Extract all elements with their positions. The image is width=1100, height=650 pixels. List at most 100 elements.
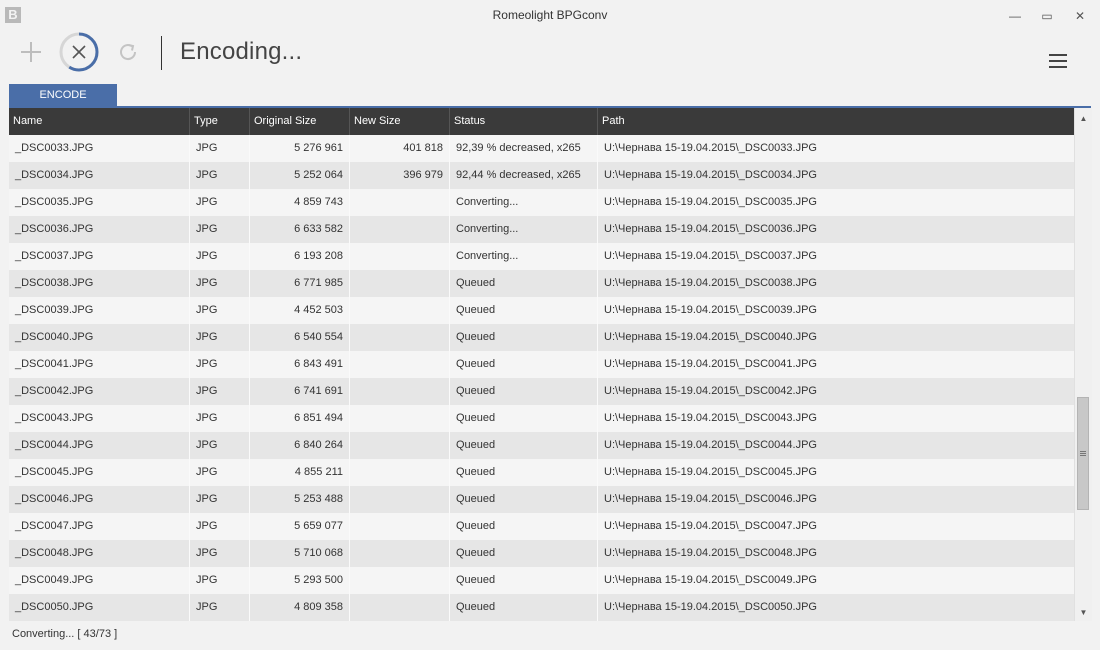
plus-icon (21, 42, 41, 62)
hamburger-menu-icon[interactable] (1047, 54, 1069, 70)
column-header-type[interactable]: Type (190, 108, 250, 135)
cell-name: _DSC0044.JPG (9, 432, 190, 459)
cell-new-size (350, 297, 450, 324)
cell-path: U:\Чернава 15-19.04.2015\_DSC0049.JPG (604, 574, 817, 586)
cell-path: U:\Чернава 15-19.04.2015\_DSC0048.JPG (604, 547, 817, 559)
table-row[interactable]: _DSC0040.JPG JPG 6 540 554 Queued U:\Чернава… (9, 324, 1074, 351)
toolbar: Encoding... (0, 32, 1100, 80)
add-files-button[interactable] (15, 34, 47, 70)
cell-original-size: 5 276 961 (250, 135, 350, 162)
cell-name: _DSC0040.JPG (9, 324, 190, 351)
refresh-button[interactable] (112, 34, 144, 70)
cell-status: 92,39 % decreased, x265 (450, 135, 598, 162)
cell-path: U:\Чернава 15-19.04.2015\_DSC0037.JPG (604, 250, 817, 262)
cell-original-size: 6 741 691 (250, 378, 350, 405)
table-row[interactable]: _DSC0037.JPG JPG 6 193 208 Converting... U:\… (9, 243, 1074, 270)
cell-original-size: 5 293 500 (250, 567, 350, 594)
cell-name: _DSC0034.JPG (9, 162, 190, 189)
vertical-scrollbar[interactable]: ▲ ▼ (1074, 108, 1092, 621)
column-header-new-size[interactable]: New Size (350, 108, 450, 135)
cell-status: Queued (450, 540, 598, 567)
window-title: Romeolight BPGconv (492, 8, 608, 22)
cell-type: JPG (190, 513, 250, 540)
cell-path: U:\Чернава 15-19.04.2015\_DSC0046.JPG (604, 493, 817, 505)
table-row[interactable]: _DSC0035.JPG JPG 4 859 743 Converting... U:\… (9, 189, 1074, 216)
cell-path: U:\Чернава 15-19.04.2015\_DSC0041.JPG (604, 358, 817, 370)
cell-status: Queued (450, 513, 598, 540)
minimize-button[interactable]: — (1003, 6, 1027, 26)
tab-encode[interactable]: ENCODE (9, 84, 117, 106)
cancel-progress-icon (59, 32, 99, 72)
table-row[interactable]: _DSC0038.JPG JPG 6 771 985 Queued U:\Чернава… (9, 270, 1074, 297)
cell-original-size: 4 859 743 (250, 189, 350, 216)
maximize-button[interactable]: ▭ (1035, 6, 1059, 26)
cell-new-size (350, 270, 450, 297)
refresh-icon (120, 44, 137, 61)
cell-new-size (350, 486, 450, 513)
cell-type: JPG (190, 432, 250, 459)
cell-new-size (350, 405, 450, 432)
cell-new-size (350, 432, 450, 459)
cell-original-size: 5 710 068 (250, 540, 350, 567)
cell-new-size (350, 594, 450, 621)
cell-type: JPG (190, 324, 250, 351)
cell-name: _DSC0037.JPG (9, 243, 190, 270)
cell-original-size: 4 452 503 (250, 297, 350, 324)
cell-status: Queued (450, 567, 598, 594)
column-header-path[interactable]: Path (598, 108, 1074, 135)
close-button[interactable]: ✕ (1068, 6, 1092, 26)
table-row[interactable]: _DSC0050.JPG JPG 4 809 358 Queued U:\Чернава… (9, 594, 1074, 621)
cell-name: _DSC0033.JPG (9, 135, 190, 162)
cell-name: _DSC0048.JPG (9, 540, 190, 567)
cell-type: JPG (190, 135, 250, 162)
cell-new-size (350, 216, 450, 243)
cell-type: JPG (190, 243, 250, 270)
cell-original-size: 4 855 211 (250, 459, 350, 486)
table-row[interactable]: _DSC0048.JPG JPG 5 710 068 Queued U:\Чернава… (9, 540, 1074, 567)
cell-status: Queued (450, 378, 598, 405)
scrollbar-thumb[interactable] (1077, 397, 1089, 510)
cell-original-size: 6 540 554 (250, 324, 350, 351)
grid-body: _DSC0033.JPG JPG 5 276 961 401 818 92,39 % d… (9, 135, 1074, 621)
table-row[interactable]: _DSC0043.JPG JPG 6 851 494 Queued U:\Чернава… (9, 405, 1074, 432)
table-row[interactable]: _DSC0042.JPG JPG 6 741 691 Queued U:\Чернава… (9, 378, 1074, 405)
cell-type: JPG (190, 270, 250, 297)
column-header-original-size[interactable]: Original Size (250, 108, 350, 135)
table-row[interactable]: _DSC0046.JPG JPG 5 253 488 Queued U:\Чернава… (9, 486, 1074, 513)
cell-new-size (350, 513, 450, 540)
cell-name: _DSC0047.JPG (9, 513, 190, 540)
cell-path: U:\Чернава 15-19.04.2015\_DSC0039.JPG (604, 304, 817, 316)
table-row[interactable]: _DSC0049.JPG JPG 5 293 500 Queued U:\Чернава… (9, 567, 1074, 594)
cell-status: Queued (450, 324, 598, 351)
cell-new-size (350, 540, 450, 567)
cancel-encoding-button[interactable] (57, 32, 101, 72)
cell-new-size (350, 243, 450, 270)
cell-type: JPG (190, 594, 250, 621)
cell-original-size: 6 851 494 (250, 405, 350, 432)
table-row[interactable]: _DSC0034.JPG JPG 5 252 064 396 979 92,44 % d… (9, 162, 1074, 189)
cell-new-size (350, 351, 450, 378)
table-row[interactable]: _DSC0041.JPG JPG 6 843 491 Queued U:\Чернава… (9, 351, 1074, 378)
table-row[interactable]: _DSC0033.JPG JPG 5 276 961 401 818 92,39 % d… (9, 135, 1074, 162)
cell-type: JPG (190, 567, 250, 594)
column-header-name[interactable]: Name (9, 108, 190, 135)
cell-original-size: 5 252 064 (250, 162, 350, 189)
file-grid: Name Type Original Size New Size Status … (9, 108, 1074, 621)
table-row[interactable]: _DSC0039.JPG JPG 4 452 503 Queued U:\Чернава… (9, 297, 1074, 324)
cell-status: Queued (450, 432, 598, 459)
cell-name: _DSC0042.JPG (9, 378, 190, 405)
table-row[interactable]: _DSC0044.JPG JPG 6 840 264 Queued U:\Чернава… (9, 432, 1074, 459)
table-row[interactable]: _DSC0047.JPG JPG 5 659 077 Queued U:\Чернава… (9, 513, 1074, 540)
scroll-down-icon[interactable]: ▼ (1075, 605, 1092, 619)
cell-name: _DSC0046.JPG (9, 486, 190, 513)
table-row[interactable]: _DSC0036.JPG JPG 6 633 582 Converting... U:\… (9, 216, 1074, 243)
title-bar: B Romeolight BPGconv — ▭ ✕ (0, 0, 1100, 32)
column-header-status[interactable]: Status (450, 108, 598, 135)
table-row[interactable]: _DSC0045.JPG JPG 4 855 211 Queued U:\Чернава… (9, 459, 1074, 486)
cell-new-size (350, 324, 450, 351)
cell-original-size: 6 771 985 (250, 270, 350, 297)
status-bar-text: Converting... [ 43/73 ] (12, 628, 118, 640)
cell-name: _DSC0035.JPG (9, 189, 190, 216)
cell-type: JPG (190, 162, 250, 189)
scroll-up-icon[interactable]: ▲ (1075, 111, 1092, 125)
